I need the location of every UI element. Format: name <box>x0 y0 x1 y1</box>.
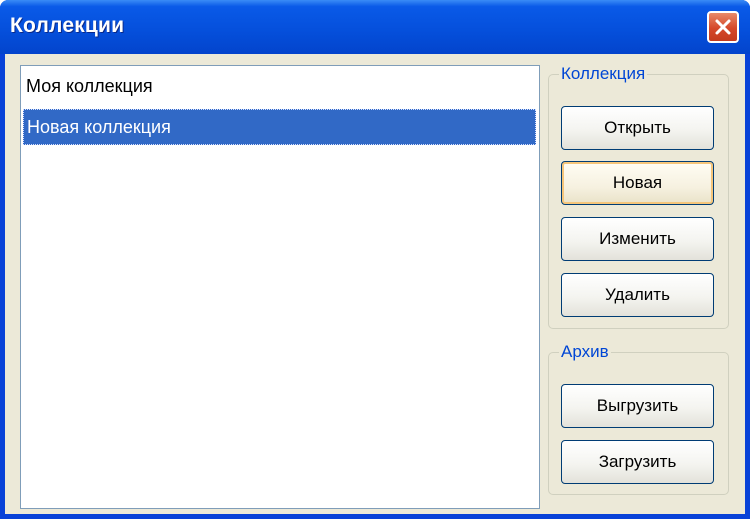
import-button[interactable]: Загрузить <box>561 440 714 484</box>
collection-group-legend: Коллекция <box>559 63 648 85</box>
delete-button[interactable]: Удалить <box>561 273 714 317</box>
window-title: Коллекции <box>10 14 125 37</box>
window-client-area: Моя коллекция Новая коллекция Коллекция … <box>5 54 745 514</box>
close-button[interactable] <box>707 11 739 43</box>
new-button[interactable]: Новая <box>561 161 714 205</box>
archive-group-legend: Архив <box>559 341 611 363</box>
list-item-selected[interactable]: Новая коллекция <box>23 109 536 145</box>
open-button[interactable]: Открыть <box>561 106 714 150</box>
title-bar[interactable]: Коллекции <box>0 0 750 54</box>
edit-button[interactable]: Изменить <box>561 217 714 261</box>
close-icon <box>715 19 731 35</box>
collections-listbox[interactable]: Моя коллекция Новая коллекция <box>20 65 540 509</box>
export-button[interactable]: Выгрузить <box>561 384 714 428</box>
collections-window: Коллекции Моя коллекция Новая коллекция … <box>0 0 750 519</box>
list-item[interactable]: Моя коллекция <box>23 69 536 105</box>
